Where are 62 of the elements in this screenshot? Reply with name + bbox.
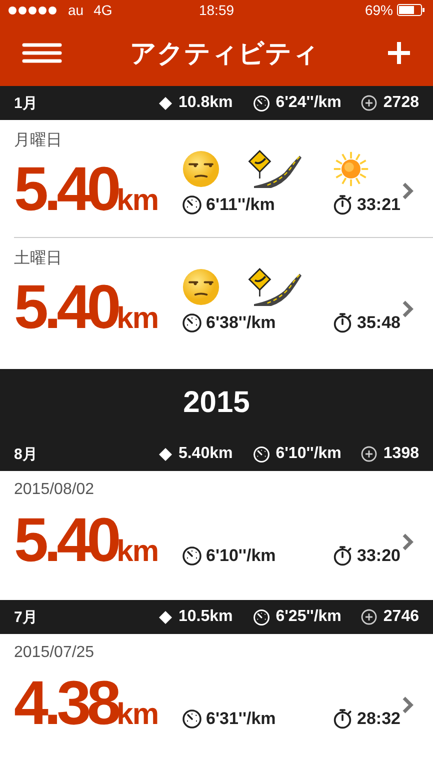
month-label: 8月 [14,444,38,464]
unamused-face-icon [182,150,220,188]
sun-icon [332,150,370,188]
unamused-face-icon [182,268,220,306]
run-date: 2015/08/02 [14,481,96,500]
gauge-icon [252,608,270,626]
menu-icon[interactable] [22,43,62,63]
battery-percent: 69% [364,2,394,18]
run-duration: 28:32 [357,708,400,728]
run-date: 土曜日 [14,248,63,268]
run-pace: 6'10''/km [206,546,276,566]
battery-icon [397,4,426,16]
stopwatch-icon [332,312,353,333]
month-distance: 10.5km [178,608,233,626]
run-distance: 5.40km [14,510,160,572]
run-date: 月曜日 [14,131,63,150]
run-distance: 5.40km [14,277,160,339]
plus-circle-icon [361,446,378,462]
plus-circle-icon [361,95,378,111]
screen-title: アクティビティ [130,36,319,70]
run-pace: 6'31''/km [206,709,276,729]
month-calories: 2728 [383,94,419,112]
month-pace: 6'25''/km [276,608,342,626]
run-date: 2015/07/25 [14,644,96,663]
pace-gauge-icon [182,546,202,566]
run-duration: 33:21 [357,194,400,214]
stopwatch-icon [332,194,353,215]
plus-circle-icon [361,609,378,625]
chevron-right-icon[interactable] [402,182,414,200]
run-distance: 5.40km [14,159,160,221]
month-calories: 2746 [383,608,419,626]
signal-icon [8,6,58,14]
month-label: 7月 [14,608,38,626]
run-pace: 6'11''/km [206,195,275,215]
diamond-icon [159,448,172,460]
month-calories: 1398 [383,445,419,463]
chevron-right-icon[interactable] [402,300,414,318]
chevron-right-icon[interactable] [402,532,414,550]
run-duration: 33:20 [357,546,400,566]
stopwatch-icon [332,545,353,566]
year-label: 2015 [183,386,250,420]
gauge-icon [252,94,270,112]
pace-gauge-icon [182,709,202,729]
run-pace: 6'38''/km [206,313,276,333]
add-icon[interactable] [387,41,411,65]
network-type: 4G [94,2,112,18]
pace-gauge-icon [182,195,202,215]
carrier: au [68,2,84,18]
month-distance: 10.8km [178,94,233,112]
pace-gauge-icon [182,313,202,333]
run-distance: 4.38km [14,673,160,735]
diamond-icon [159,96,172,110]
month-pace: 6'24''/km [276,94,342,112]
month-label: 1月 [14,94,38,112]
month-pace: 6'10''/km [276,445,342,463]
diamond-icon [159,610,172,624]
stopwatch-icon [332,708,353,729]
gauge-icon [252,446,270,462]
month-distance: 5.40km [178,445,233,463]
run-duration: 35:48 [357,312,400,332]
clock: 18:59 [198,2,234,18]
chevron-right-icon[interactable] [402,696,414,714]
